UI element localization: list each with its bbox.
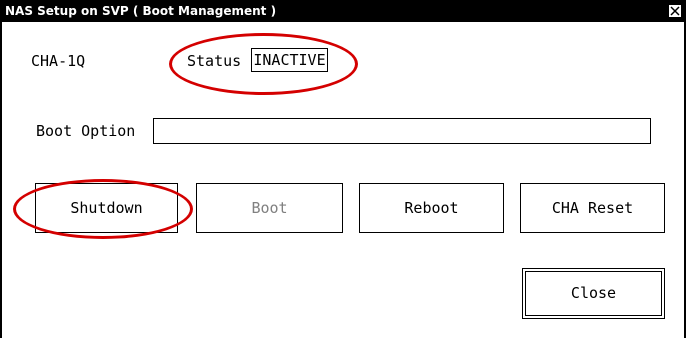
boot-button[interactable]: Boot [196,183,343,233]
cha-reset-button[interactable]: CHA Reset [520,183,665,233]
close-icon[interactable] [668,4,682,18]
reboot-button[interactable]: Reboot [359,183,504,233]
boot-option-label: Boot Option [36,122,136,140]
window-border-right [684,22,686,338]
status-value: INACTIVE [251,48,328,72]
boot-management-window: NAS Setup on SVP ( Boot Management ) CHA… [0,0,688,338]
close-button[interactable]: Close [522,268,665,319]
boot-option-input[interactable] [153,118,651,144]
adapter-name: CHA-1Q [31,52,86,70]
window-border-left [0,22,2,338]
status-label: Status [187,52,242,70]
window-title: NAS Setup on SVP ( Boot Management ) [5,4,277,18]
title-bar: NAS Setup on SVP ( Boot Management ) [0,0,686,22]
shutdown-button[interactable]: Shutdown [35,183,178,233]
